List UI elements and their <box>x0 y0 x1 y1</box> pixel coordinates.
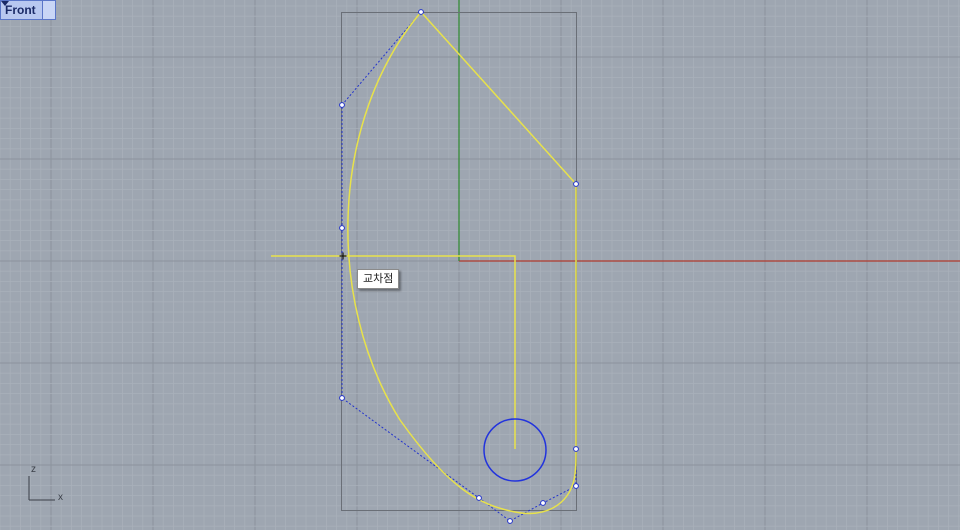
x-axis-label: x <box>58 492 63 503</box>
construction-grid <box>0 0 960 530</box>
viewport-tab[interactable]: Front <box>0 0 56 20</box>
control-point[interactable] <box>573 446 579 452</box>
snap-tooltip: 교차점 <box>357 269 400 289</box>
control-point[interactable] <box>339 102 345 108</box>
z-axis-label: z <box>31 464 36 475</box>
control-point[interactable] <box>476 495 482 501</box>
front-viewport[interactable]: Front 교차점 z x <box>0 0 960 530</box>
control-point[interactable] <box>507 518 513 524</box>
control-point[interactable] <box>339 395 345 401</box>
viewport-canvas[interactable] <box>0 0 960 530</box>
chevron-down-icon[interactable] <box>1 1 55 19</box>
control-point[interactable] <box>573 483 579 489</box>
crosshair-icon <box>339 252 347 260</box>
control-point[interactable] <box>540 500 546 506</box>
control-point[interactable] <box>418 9 424 15</box>
control-point[interactable] <box>573 181 579 187</box>
control-point[interactable] <box>339 225 345 231</box>
